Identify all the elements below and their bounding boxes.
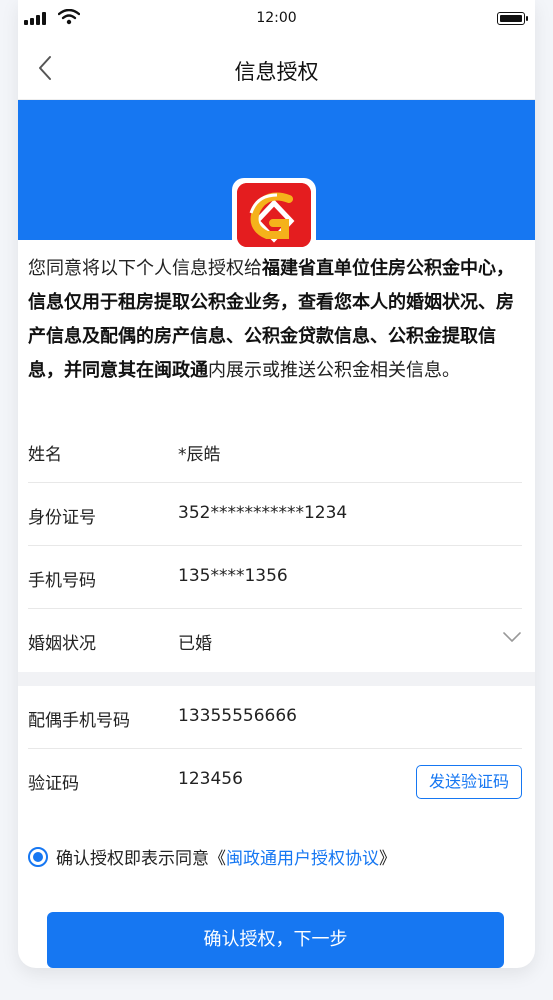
spouse-phone-label: 配偶手机号码: [28, 711, 130, 731]
phone-value: 135****1356: [178, 566, 288, 586]
phone-label: 手机号码: [28, 571, 96, 591]
agreement-row: 确认授权即表示同意《 闽政通用户授权协议》: [28, 844, 396, 869]
chevron-down-icon[interactable]: [502, 631, 522, 643]
authorization-notice: 您同意将以下个人信息授权给福建省直单位住房公积金中心，信息仅用于租房提取公积金业…: [28, 252, 528, 388]
row-verification-code: 验证码 123456 发送验证码: [28, 749, 522, 812]
marital-label: 婚姻状况: [28, 634, 96, 654]
name-value: *辰皓: [178, 445, 221, 465]
code-input[interactable]: 123456: [178, 769, 243, 789]
notice-part-3: 内展示或推送公积金相关信息。: [208, 360, 460, 381]
section-divider: [18, 672, 535, 686]
notice-part-1: 您同意将以下个人信息授权给: [28, 258, 262, 279]
phone-screen: 12:00 信息授权 您同意将以下个人信息授权给福建省直单位住房公积金中心，信息…: [18, 0, 535, 968]
status-bar: 12:00: [18, 0, 535, 36]
logo-emblem-icon: [237, 183, 311, 247]
spouse-phone-input[interactable]: 13355556666: [178, 706, 297, 726]
row-id-number: 身份证号 352***********1234: [28, 483, 522, 546]
agreement-link[interactable]: 闽政通用户授权协议: [226, 844, 379, 869]
id-number-value: 352***********1234: [178, 503, 348, 523]
row-phone: 手机号码 135****1356: [28, 546, 522, 609]
marital-status-select[interactable]: 婚姻状况 已婚: [28, 609, 522, 672]
confirm-next-button[interactable]: 确认授权，下一步: [47, 912, 504, 968]
name-label: 姓名: [28, 445, 62, 465]
agreement-suffix: 》: [379, 849, 396, 869]
code-label: 验证码: [28, 774, 79, 794]
housing-fund-logo: [232, 178, 316, 252]
send-code-button[interactable]: 发送验证码: [416, 765, 522, 799]
nav-bar: 信息授权: [18, 36, 535, 100]
header-banner: [18, 100, 535, 252]
row-name: 姓名 *辰皓: [28, 420, 522, 483]
page-title: 信息授权: [234, 60, 319, 84]
agreement-checkbox[interactable]: [28, 846, 48, 867]
id-number-label: 身份证号: [28, 508, 96, 528]
row-spouse-phone[interactable]: 配偶手机号码 13355556666: [28, 686, 522, 749]
status-time: 12:00: [256, 10, 297, 26]
marital-value: 已婚: [178, 634, 212, 654]
agreement-prefix: 确认授权即表示同意《: [56, 849, 226, 869]
battery-icon: [497, 12, 528, 25]
